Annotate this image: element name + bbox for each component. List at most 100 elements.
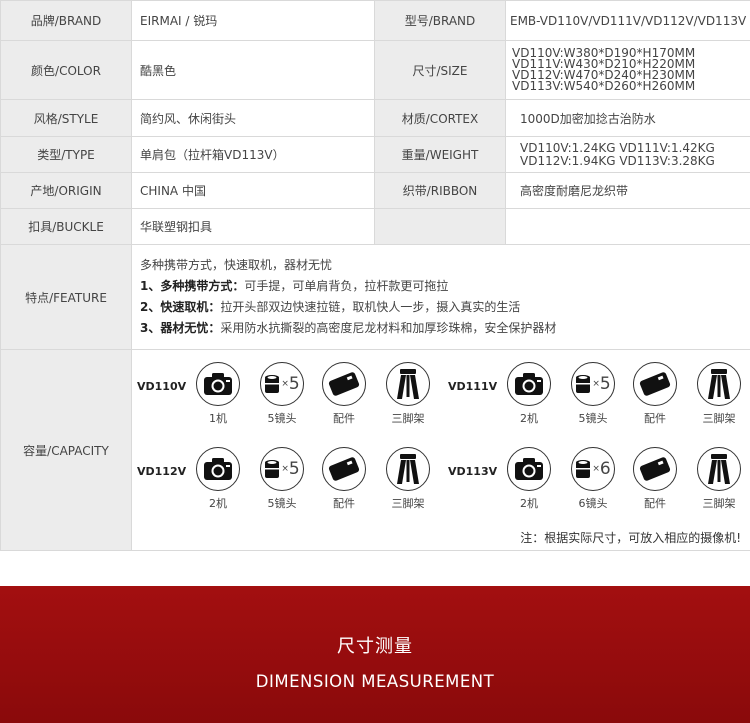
accessory-icon: [322, 362, 366, 406]
lens-label: 5镜头: [578, 412, 608, 425]
type-value: 单肩包（拉杆箱VD113V）: [131, 136, 375, 173]
tripod-icon: [386, 447, 430, 491]
capacity-item-lens: × 5 5镜头: [570, 362, 616, 426]
camera-label: 2机: [520, 497, 538, 510]
accessory-icon: [633, 447, 677, 491]
capacity-item-camera: 1机: [195, 362, 241, 426]
feature-point-title: 3、器材无忧：: [140, 321, 221, 335]
color-value: 酷黑色: [131, 40, 375, 100]
camera-icon: [507, 362, 551, 406]
capacity-item-accessory: 配件: [632, 362, 678, 426]
capacity-item-accessory: 配件: [632, 447, 678, 511]
tripod-label: 三脚架: [702, 497, 736, 510]
lens-count: 6: [599, 459, 611, 479]
camera-icon: [196, 447, 240, 491]
lens-multiplier-icon: ×: [592, 464, 600, 474]
camera-icon: [196, 362, 240, 406]
lens-count: 5: [288, 459, 300, 479]
weight-label: 重量/WEIGHT: [374, 136, 506, 173]
lens-multiplier-icon: ×: [281, 464, 289, 474]
capacity-label: 容量/CAPACITY: [0, 349, 132, 551]
tripod-label: 三脚架: [391, 412, 425, 425]
accessory-icon: [322, 447, 366, 491]
brand-label: 品牌/BRAND: [0, 0, 132, 41]
tripod-label: 三脚架: [702, 412, 736, 425]
capacity-item-camera: 2机: [506, 447, 552, 511]
origin-label: 产地/ORIGIN: [0, 172, 132, 209]
camera-label: 2机: [209, 497, 227, 510]
feature-point-text: 可手提，可单肩背负，拉杆款更可拖拉: [244, 279, 449, 293]
capacity-item-tripod: 三脚架: [696, 447, 742, 511]
material-value: 1000D加密加捻古治防水: [505, 99, 750, 137]
capacity-item-camera: 2机: [506, 362, 552, 426]
lens-multiplier-icon: ×: [281, 379, 289, 389]
ribbon-label: 织带/RIBBON: [374, 172, 506, 209]
capacity-item-tripod: 三脚架: [385, 362, 431, 426]
buckle-label: 扣具/BUCKLE: [0, 208, 132, 245]
accessory-label: 配件: [644, 412, 666, 425]
feature-intro: 多种携带方式，快速取机，器材无忧: [140, 258, 333, 272]
feature-point: 1、多种携带方式：可手提，可单肩背负，拉杆款更可拖拉: [140, 276, 742, 297]
tripod-icon: [697, 447, 741, 491]
feature-point-text: 采用防水抗撕裂的高密度尼龙材料和加厚珍珠棉，安全保护器材: [220, 321, 557, 335]
size-label: 尺寸/SIZE: [374, 40, 506, 100]
weight-value: VD110V:1.24KG VD111V:1.42KG VD112V:1.94K…: [505, 136, 750, 173]
capacity-item-lens: × 6 6镜头: [570, 447, 616, 511]
empty-cell: [374, 208, 506, 245]
feature-point: 3、器材无忧：采用防水抗撕裂的高密度尼龙材料和加厚珍珠棉，安全保护器材: [140, 318, 742, 339]
capacity-item-camera: 2机: [195, 447, 241, 511]
accessory-label: 配件: [333, 497, 355, 510]
lens-count: 5: [288, 374, 300, 394]
feature-point-title: 1、多种携带方式：: [140, 279, 245, 293]
material-label: 材质/CORTEX: [374, 99, 506, 137]
tripod-icon: [386, 362, 430, 406]
capacity-model: VD110V: [137, 380, 187, 393]
style-label: 风格/STYLE: [0, 99, 132, 137]
size-line: VD113V:W540*D260*H260MM: [512, 79, 696, 93]
capacity-item-tripod: 三脚架: [385, 447, 431, 511]
origin-value: CHINA 中国: [131, 172, 375, 209]
capacity-item-lens: × 5 5镜头: [259, 362, 305, 426]
dimension-banner: 尺寸测量 DIMENSION MEASUREMENT: [0, 586, 750, 723]
capacity-group: VD112V 2机 × 5 5镜头 配件 三脚架: [137, 447, 437, 527]
lens-label: 6镜头: [578, 497, 608, 510]
lens-label: 5镜头: [267, 412, 297, 425]
feature-label: 特点/FEATURE: [0, 244, 132, 350]
capacity-model: VD112V: [137, 465, 187, 478]
capacity-item-accessory: 配件: [321, 362, 367, 426]
size-value: VD110V:W380*D190*H170MM VD111V:W430*D210…: [505, 40, 750, 100]
lens-multiplier-icon: ×: [592, 379, 600, 389]
weight-line: VD110V:1.24KG VD111V:1.42KG: [520, 140, 715, 155]
lens-icon: × 5: [260, 447, 304, 491]
capacity-content: 注：根据实际尺寸，可放入相应的摄像机! VD110V 1机 × 5 5镜头 配件 三脚架 VD…: [131, 349, 750, 551]
model-label: 型号/BRAND: [374, 0, 506, 41]
weight-line: VD112V:1.94KG VD113V:3.28KG: [520, 153, 715, 168]
capacity-group: VD111V 2机 × 5 5镜头 配件 三脚架: [448, 362, 748, 442]
model-value: EMB-VD110V/VD111V/VD112V/VD113V: [505, 0, 750, 41]
camera-label: 2机: [520, 412, 538, 425]
brand-value: EIRMAI / 锐玛: [131, 0, 375, 41]
lens-count: 5: [599, 374, 611, 394]
feature-point-text: 拉开头部双边快速拉链，取机快人一步，摄入真实的生活: [220, 300, 521, 314]
camera-icon: [507, 447, 551, 491]
camera-label: 1机: [209, 412, 227, 425]
type-label: 类型/TYPE: [0, 136, 132, 173]
accessory-label: 配件: [644, 497, 666, 510]
buckle-value: 华联塑钢扣具: [131, 208, 375, 245]
capacity-model: VD113V: [448, 465, 498, 478]
ribbon-value: 高密度耐磨尼龙织带: [505, 172, 750, 209]
capacity-model: VD111V: [448, 380, 498, 393]
capacity-item-accessory: 配件: [321, 447, 367, 511]
feature-content: 多种携带方式，快速取机，器材无忧 1、多种携带方式：可手提，可单肩背负，拉杆款更…: [131, 244, 750, 350]
lens-icon: × 5: [260, 362, 304, 406]
lens-icon: × 6: [571, 447, 615, 491]
tripod-icon: [697, 362, 741, 406]
lens-icon: × 5: [571, 362, 615, 406]
feature-point-title: 2、快速取机：: [140, 300, 221, 314]
capacity-note: 注：根据实际尺寸，可放入相应的摄像机!: [520, 531, 741, 545]
style-value: 简约风、休闲街头: [131, 99, 375, 137]
banner-title-en: DIMENSION MEASUREMENT: [255, 672, 495, 691]
empty-cell: [505, 208, 750, 245]
banner-title-cn: 尺寸测量: [337, 636, 413, 657]
capacity-group: VD113V 2机 × 6 6镜头 配件 三脚架: [448, 447, 748, 527]
